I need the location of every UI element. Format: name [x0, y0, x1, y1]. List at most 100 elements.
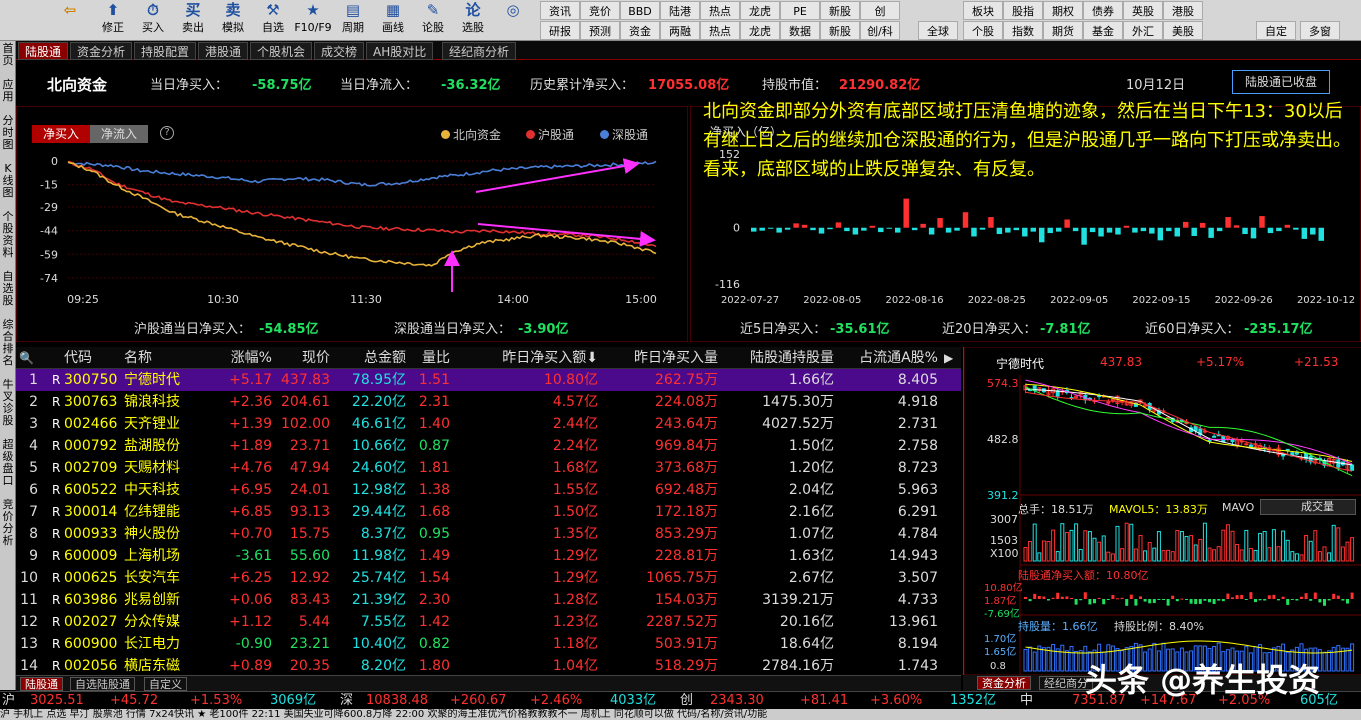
market-btn-1-2[interactable]: 期货 [1043, 21, 1083, 40]
market-btn-0-3[interactable]: 债券 [1083, 1, 1123, 20]
table-row[interactable]: 1 R 300750 宁德时代 +5.17 437.83 78.95亿 1.51 10.80亿 2… [16, 369, 961, 391]
grid-btn-1-7[interactable]: 新股 [820, 21, 860, 40]
table-header-4[interactable]: 现价 [272, 347, 330, 369]
table-row[interactable]: 9 R 600009 上海机场 -3.61 55.60 11.98亿 1.49 1.29亿 228… [16, 545, 961, 567]
leftbar-item-7[interactable]: 牛叉诊股 [0, 379, 16, 427]
leftbar-item-8[interactable]: 超级盘口 [0, 439, 16, 487]
leftbar-item-1[interactable]: 应用 [0, 79, 16, 103]
toolbar-btn-0[interactable]: ⇦ [50, 0, 90, 41]
table-row[interactable]: 14 R 002056 横店东磁 +0.89 20.35 8.20亿 1.80 1.04亿 518… [16, 655, 961, 677]
toolbar-btn-1[interactable]: ⬆ 修正 [93, 0, 133, 41]
grid-btn-1-0[interactable]: 研报 [540, 21, 580, 40]
market-btn-0-1[interactable]: 股指 [1003, 1, 1043, 20]
leftbar-item-2[interactable]: 分时图 [0, 115, 16, 151]
tab-3[interactable]: 港股通 [198, 42, 249, 60]
grid-btn-1-5[interactable]: 龙虎 [740, 21, 780, 40]
table-row[interactable]: 10 R 000625 长安汽车 +6.25 12.92 25.74亿 1.54 1.29亿 10… [16, 567, 961, 589]
table-header-8[interactable]: 昨日净买入量 [598, 347, 718, 369]
bottom-tab-1[interactable]: 自选陆股通 [70, 677, 135, 691]
toolbar-btn-7[interactable]: ▤ 周期 [333, 0, 373, 41]
toolbar-btn-6[interactable]: ★ F10/F9 [293, 0, 333, 41]
table-header-2[interactable]: 名称 [124, 347, 214, 369]
market-btn-1-1[interactable]: 指数 [1003, 21, 1043, 40]
market-btn-1-5[interactable]: 美股 [1163, 21, 1203, 40]
table-row[interactable]: 12 R 002027 分众传媒 +1.12 5.44 7.55亿 1.42 1.23亿 2287… [16, 611, 961, 633]
leftbar-item-3[interactable]: K线图 [0, 163, 16, 199]
toolbar-btn-10[interactable]: 论选股 [453, 0, 493, 41]
bottom-tab-0[interactable]: 陆股通 [20, 677, 63, 691]
holding-bar [1331, 646, 1336, 672]
table-header-6[interactable]: 量比 [406, 347, 450, 369]
grid-btn-1-3[interactable]: 两融 [660, 21, 700, 40]
market-btn-1-0[interactable]: 个股 [963, 21, 1003, 40]
market-btn-0-0[interactable]: 板块 [963, 1, 1003, 20]
toolbar-btn-8[interactable]: ▦ 画线 [373, 0, 413, 41]
table-search-icon[interactable]: 🔍 [19, 347, 34, 369]
market-btn-0-5[interactable]: 港股 [1163, 1, 1203, 20]
toolbar-btn-5[interactable]: ⚒ 自选 [253, 0, 293, 41]
global-button[interactable]: 全球 [918, 21, 958, 40]
volume-bar [1281, 530, 1286, 562]
daily-bar [835, 222, 842, 228]
custom-button[interactable]: 自定 [1256, 21, 1296, 40]
table-row[interactable]: 3 R 002466 天齐锂业 +1.39 102.00 46.61亿 1.40 2.44亿 24… [16, 413, 961, 435]
hist-value: 17055.08亿 [648, 78, 730, 93]
market-btn-0-2[interactable]: 期权 [1043, 1, 1083, 20]
volume-indicator-select[interactable]: 成交量 [1260, 499, 1356, 515]
grid-btn-1-8[interactable]: 创/科 [860, 21, 900, 40]
toolbar-btn-3[interactable]: 买卖出 [173, 0, 213, 41]
grid-btn-0-4[interactable]: 热点 [700, 1, 740, 20]
table-header-3[interactable]: 涨幅% [216, 347, 272, 369]
right-bottom-tab-0[interactable]: 资金分析 [977, 676, 1031, 690]
toolbar-btn-2[interactable]: ⏱ 买入 [133, 0, 173, 41]
table-header-1[interactable]: 代码 [64, 347, 124, 369]
leftbar-item-4[interactable]: 个股资料 [0, 211, 16, 259]
leftbar-item-0[interactable]: 首页 [0, 43, 16, 67]
leftbar-item-5[interactable]: 自选股 [0, 271, 16, 307]
multi-window-button[interactable]: 多窗 [1300, 21, 1340, 40]
table-row[interactable]: 11 R 603986 兆易创新 +0.06 83.43 21.39亿 2.30 1.28亿 15… [16, 589, 961, 611]
market-btn-0-4[interactable]: 英股 [1123, 1, 1163, 20]
tab-4[interactable]: 个股机会 [250, 42, 313, 60]
table-header-10[interactable]: 占流通A股% [834, 347, 938, 369]
tab-1[interactable]: 资金分析 [70, 42, 133, 60]
table-row[interactable]: 6 R 600522 中天科技 +6.95 24.01 12.98亿 1.38 1.55亿 692… [16, 479, 961, 501]
grid-btn-0-8[interactable]: 创 [860, 1, 900, 20]
bottom-tab-2[interactable]: 自定义 [144, 677, 187, 691]
table-row[interactable]: 8 R 000933 神火股份 +0.70 15.75 8.37亿 0.95 1.35亿 853.… [16, 523, 961, 545]
toolbar-btn-4[interactable]: 卖模拟 [213, 0, 253, 41]
table-header-0[interactable] [34, 347, 64, 369]
table-row[interactable]: 4 R 000792 盐湖股份 +1.89 23.71 10.66亿 0.87 2.24亿 969… [16, 435, 961, 457]
grid-btn-0-3[interactable]: 陆港 [660, 1, 700, 20]
grid-btn-0-7[interactable]: 新股 [820, 1, 860, 20]
grid-btn-1-2[interactable]: 资金 [620, 21, 660, 40]
table-expand-icon[interactable]: ▶ [944, 347, 953, 369]
grid-btn-0-5[interactable]: 龙虎 [740, 1, 780, 20]
market-closed-button[interactable]: 陆股通已收盘 [1232, 70, 1330, 94]
toolbar-btn-9[interactable]: ✎ 论股 [413, 0, 453, 41]
table-row[interactable]: 5 R 002709 天赐材料 +4.76 47.94 24.60亿 1.81 1.68亿 373… [16, 457, 961, 479]
table-row[interactable]: 2 R 300763 锦浪科技 +2.36 204.61 22.20亿 2.31 4.57亿 22… [16, 391, 961, 413]
grid-btn-0-6[interactable]: PE [780, 1, 820, 20]
toolbar-btn-11[interactable]: ◎ [493, 0, 533, 41]
tab-0[interactable]: 陆股通 [18, 42, 69, 60]
grid-btn-0-2[interactable]: BBD [620, 1, 660, 20]
market-btn-1-3[interactable]: 基金 [1083, 21, 1123, 40]
tab-6[interactable]: AH股对比 [366, 42, 434, 60]
table-header-5[interactable]: 总金额 [330, 347, 406, 369]
leftbar-item-9[interactable]: 竞价分析 [0, 499, 16, 547]
table-header-9[interactable]: 陆股通持股量 [718, 347, 834, 369]
grid-btn-1-1[interactable]: 预测 [580, 21, 620, 40]
tab-2[interactable]: 持股配置 [134, 42, 197, 60]
tab-5[interactable]: 成交榜 [314, 42, 365, 60]
grid-btn-0-1[interactable]: 竞价 [580, 1, 620, 20]
table-header-7[interactable]: 昨日净买入额⬇ [450, 347, 598, 369]
table-row[interactable]: 7 R 300014 亿纬锂能 +6.85 93.13 29.44亿 1.68 1.50亿 172… [16, 501, 961, 523]
grid-btn-1-4[interactable]: 热点 [700, 21, 740, 40]
table-row[interactable]: 13 R 600900 长江电力 -0.90 23.21 10.40亿 0.82 1.18亿 50… [16, 633, 961, 655]
tab-7[interactable]: 经纪商分析 [442, 42, 517, 60]
leftbar-item-6[interactable]: 综合排名 [0, 319, 16, 367]
grid-btn-0-0[interactable]: 资讯 [540, 1, 580, 20]
market-btn-1-4[interactable]: 外汇 [1123, 21, 1163, 40]
grid-btn-1-6[interactable]: 数据 [780, 21, 820, 40]
